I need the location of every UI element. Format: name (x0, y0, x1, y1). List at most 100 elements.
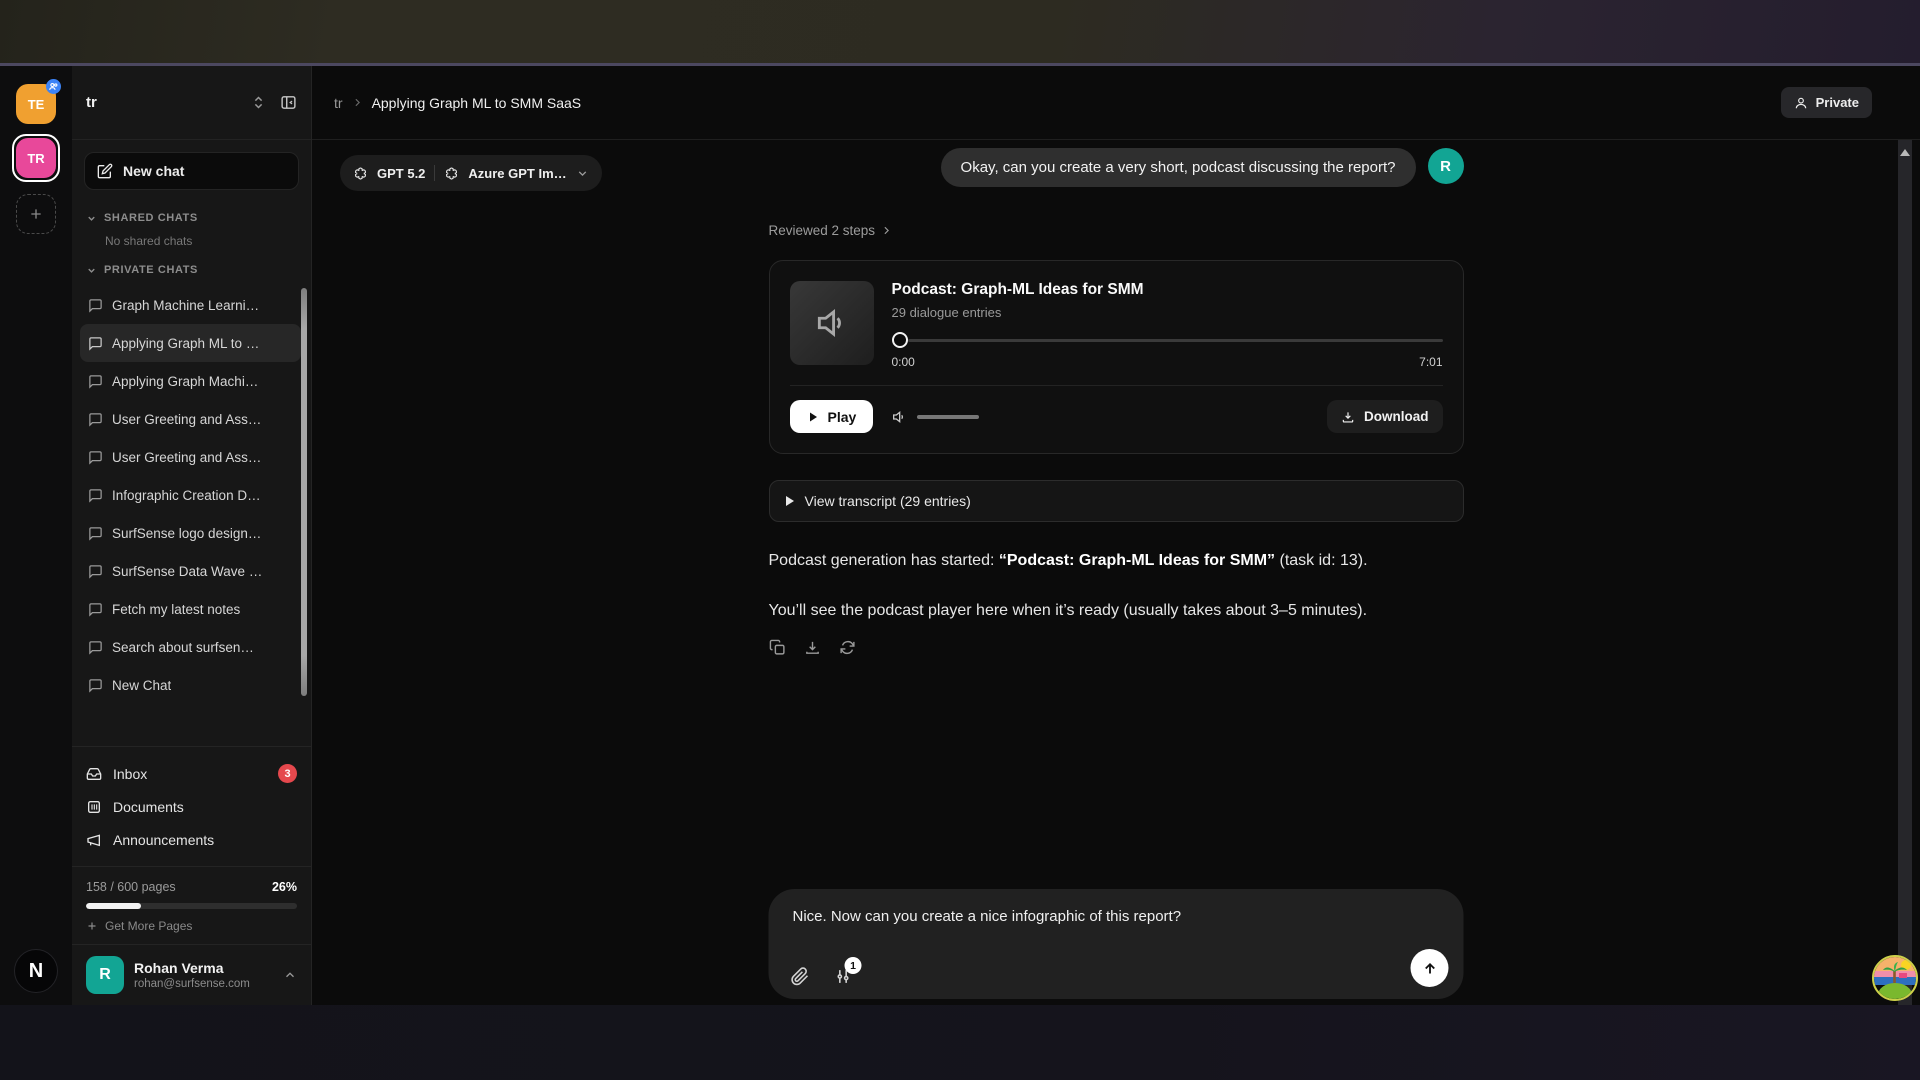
private-chats-section-toggle[interactable]: PRIVATE CHATS (86, 264, 297, 276)
chevron-down-icon (576, 167, 589, 180)
chat-bubble-icon (88, 640, 103, 655)
workspace-avatar-te[interactable]: TE (16, 84, 56, 124)
regenerate-icon[interactable] (839, 639, 856, 656)
chat-item[interactable]: Search about surfsen… (80, 628, 301, 666)
workspace-tr-label: TR (27, 151, 44, 166)
private-chats-label: PRIVATE CHATS (104, 264, 198, 276)
divider (434, 165, 435, 181)
plus-icon (86, 920, 98, 932)
arrow-up-icon (1421, 960, 1438, 977)
chat-item[interactable]: User Greeting and Ass… (80, 400, 301, 438)
brand-initial: N (29, 960, 43, 983)
attach-file-button[interactable] (791, 967, 810, 986)
send-button[interactable] (1411, 949, 1449, 987)
chat-bubble-icon (88, 488, 103, 503)
workspace-switcher-icon[interactable] (251, 95, 266, 110)
podcast-subtitle: 29 dialogue entries (892, 305, 1443, 320)
sidebar-item-announcements[interactable]: Announcements (86, 823, 297, 856)
chat-item[interactable]: Applying Graph Machi… (80, 362, 301, 400)
inbox-icon (86, 766, 102, 782)
connectors-button[interactable]: 1 (834, 967, 853, 986)
privacy-button[interactable]: Private (1781, 87, 1872, 118)
chat-item[interactable]: Infographic Creation D… (80, 476, 301, 514)
message-thread: Okay, can you create a very short, podca… (769, 140, 1464, 656)
volume-icon[interactable] (891, 409, 907, 425)
app-window: TE TR N tr (0, 66, 1920, 1005)
podcast-artwork (790, 281, 874, 365)
documents-icon (86, 799, 102, 815)
chat-item[interactable]: User Greeting and Ass… (80, 438, 301, 476)
podcast-total-time: 7:01 (1419, 355, 1442, 369)
podcast-seek-slider[interactable] (892, 332, 1443, 348)
new-chat-button[interactable]: New chat (84, 152, 299, 190)
chat-item-label: Fetch my latest notes (112, 602, 240, 617)
palm-island-icon (1874, 957, 1916, 999)
brand-logo[interactable]: N (14, 949, 58, 993)
chat-bubble-icon (88, 602, 103, 617)
chat-item[interactable]: SurfSense logo design… (80, 514, 301, 552)
chat-list: Graph Machine Learni… Applying Graph ML … (72, 284, 311, 704)
composer[interactable]: Nice. Now can you create a nice infograp… (769, 889, 1464, 999)
chat-bubble-icon (88, 336, 103, 351)
user-message-avatar: R (1428, 148, 1464, 184)
workspace-avatar-tr[interactable]: TR (16, 138, 56, 178)
view-transcript-toggle[interactable]: View transcript (29 entries) (769, 480, 1464, 522)
composer-input[interactable]: Nice. Now can you create a nice infograp… (769, 889, 1464, 925)
download-icon (1341, 410, 1355, 424)
chat-item[interactable]: New Chat (80, 666, 301, 704)
download-button[interactable]: Download (1327, 400, 1443, 433)
sidebar-item-inbox[interactable]: Inbox 3 (86, 757, 297, 790)
model-selector[interactable]: GPT 5.2 Azure GPT Im… (340, 155, 602, 191)
play-button[interactable]: Play (790, 400, 874, 433)
workspace-name: tr (86, 94, 251, 111)
chat-item-label: Graph Machine Learni… (112, 298, 259, 313)
pages-progress-bar (86, 903, 297, 909)
breadcrumb-current: Applying Graph ML to SMM SaaS (372, 95, 582, 111)
reviewed-steps-toggle[interactable]: Reviewed 2 steps (769, 223, 1464, 238)
chat-item[interactable]: Fetch my latest notes (80, 590, 301, 628)
workspace-te-notification-icon (46, 79, 61, 94)
sidebar-item-documents[interactable]: Documents (86, 790, 297, 823)
podcast-player-card: Podcast: Graph-ML Ideas for SMM 29 dialo… (769, 260, 1464, 454)
reviewed-steps-label: Reviewed 2 steps (769, 223, 876, 238)
volume-slider[interactable] (917, 415, 979, 419)
chat-bubble-icon (88, 412, 103, 427)
sidebar-scrollbar-thumb[interactable] (301, 288, 307, 696)
sidebar: tr New chat SHARED CHATS No shared (72, 66, 312, 1005)
download-message-icon[interactable] (804, 639, 821, 656)
model-secondary-label: Azure GPT Im… (468, 166, 566, 181)
desktop-top-band (0, 0, 1920, 63)
chevron-right-icon (880, 224, 893, 237)
workspace-active-ring: TR (12, 134, 60, 182)
chat-item-active[interactable]: Applying Graph ML to … (80, 324, 301, 362)
chat-item-label: SurfSense Data Wave … (112, 564, 262, 579)
main-scrollbar[interactable] (1898, 140, 1912, 1005)
inbox-unread-badge: 3 (278, 764, 297, 783)
chevron-down-icon (86, 213, 97, 224)
status-podcast-name: “Podcast: Graph-ML Ideas for SMM” (999, 552, 1275, 569)
user-profile-menu[interactable]: R Rohan Verma rohan@surfsense.com (72, 945, 311, 1005)
add-workspace-button[interactable] (16, 194, 56, 234)
chat-item-label: User Greeting and Ass… (112, 450, 261, 465)
shared-chats-section-toggle[interactable]: SHARED CHATS (86, 212, 297, 224)
announcements-label: Announcements (113, 832, 214, 848)
documents-label: Documents (113, 799, 184, 815)
connectors-count-badge: 1 (845, 957, 862, 974)
model-primary-label: GPT 5.2 (377, 166, 425, 181)
chat-item[interactable]: SurfSense Data Wave … (80, 552, 301, 590)
status-text: (task id: 13). (1275, 552, 1367, 569)
user-email: rohan@surfsense.com (134, 978, 250, 990)
copy-icon[interactable] (769, 639, 786, 656)
island-widget[interactable] (1872, 955, 1918, 1001)
workspace-te-label: TE (28, 97, 45, 112)
screen: TE TR N tr (0, 0, 1920, 1080)
seek-slider-track[interactable] (908, 339, 1443, 342)
get-more-pages-button[interactable]: Get More Pages (86, 919, 297, 933)
paperclip-icon (791, 967, 810, 986)
get-more-pages-label: Get More Pages (105, 919, 192, 933)
collapse-sidebar-icon[interactable] (280, 94, 297, 111)
breadcrumb-root[interactable]: tr (334, 95, 343, 111)
chat-item[interactable]: Graph Machine Learni… (80, 286, 301, 324)
scroll-up-arrow[interactable] (1900, 149, 1910, 156)
seek-slider-knob[interactable] (892, 332, 908, 348)
